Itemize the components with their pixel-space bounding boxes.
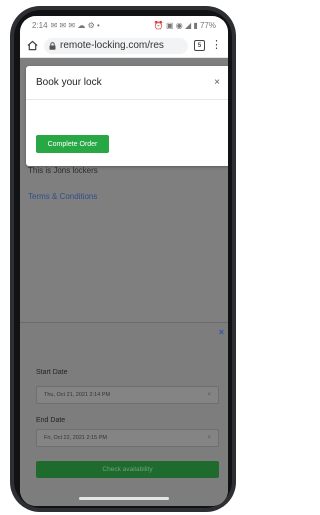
start-date-label: Start Date — [36, 369, 68, 376]
booking-modal: Book your lock × Complete Order — [26, 66, 228, 166]
modal-title: Book your lock — [36, 77, 102, 88]
menu-icon[interactable]: ⋮ — [211, 40, 222, 51]
status-time: 2:14 — [32, 20, 48, 30]
clear-end-icon[interactable]: × — [207, 435, 211, 441]
home-icon[interactable] — [26, 40, 38, 52]
system-status-icons: ⏰ ▣ ◉ ◢ ▮ 77% — [153, 20, 216, 30]
end-date-label: End Date — [36, 417, 66, 424]
modal-header: Book your lock × — [26, 66, 228, 100]
end-date-value: Fri, Oct 22, 2021 2:15 PM — [44, 435, 107, 441]
close-icon[interactable]: × — [214, 77, 220, 88]
status-bar: 2:14 ✉ ✉ ✉ ☁ ⚙ • ⏰ ▣ ◉ ◢ ▮ 77% — [20, 16, 228, 34]
start-date-value: Thu, Oct 21, 2021 2:14 PM — [44, 392, 111, 398]
tab-count-button[interactable]: 5 — [194, 40, 205, 51]
end-date-field[interactable]: Fri, Oct 22, 2021 2:15 PM × — [36, 429, 219, 447]
lock-icon — [49, 38, 56, 54]
start-date-field[interactable]: Thu, Oct 21, 2021 2:14 PM × — [36, 386, 219, 404]
complete-order-button[interactable]: Complete Order — [36, 135, 109, 153]
clear-start-icon[interactable]: × — [207, 392, 211, 398]
sheet-close-icon[interactable]: × — [219, 327, 224, 337]
check-availability-button[interactable]: Check availability — [36, 461, 219, 478]
home-indicator[interactable] — [79, 497, 169, 500]
browser-address-bar: remote-locking.com/res 5 ⋮ — [20, 34, 228, 58]
url-field[interactable]: remote-locking.com/res — [44, 37, 188, 54]
phone-screen: 2:14 ✉ ✉ ✉ ☁ ⚙ • ⏰ ▣ ◉ ◢ ▮ 77% remote-lo… — [20, 16, 228, 506]
url-text: remote-locking.com/res — [60, 40, 164, 51]
booking-sheet: × Start Date Thu, Oct 21, 2021 2:14 PM ×… — [20, 322, 228, 506]
locker-description: This is Jons lockers — [28, 166, 98, 175]
notification-icons: ✉ ✉ ✉ ☁ ⚙ • — [50, 20, 100, 30]
terms-link[interactable]: Terms & Conditions — [28, 192, 97, 201]
